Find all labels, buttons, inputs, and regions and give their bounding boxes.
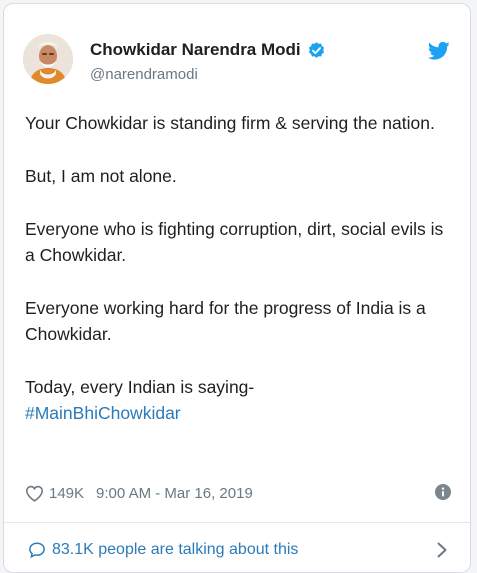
tweet-paragraph: But, I am not alone. bbox=[25, 166, 177, 186]
tweet-timestamp[interactable]: 9:00 AM - Mar 16, 2019 bbox=[96, 485, 253, 502]
conversation-link[interactable]: 83.1K people are talking about this bbox=[28, 539, 448, 561]
like-count[interactable]: 149K bbox=[49, 485, 84, 502]
divider bbox=[4, 522, 470, 523]
verified-badge-icon bbox=[308, 41, 324, 58]
avatar[interactable] bbox=[23, 34, 73, 84]
heart-icon[interactable] bbox=[25, 485, 44, 502]
tweet-paragraph: Everyone who is fighting corruption, dir… bbox=[25, 219, 444, 265]
author-row: Chowkidar Narendra Modi bbox=[90, 40, 326, 60]
tweet-card[interactable]: Chowkidar Narendra Modi @narendramodi Yo… bbox=[3, 3, 471, 573]
hashtag-link[interactable]: #MainBhiChowkidar bbox=[25, 400, 450, 426]
twitter-bird-icon[interactable] bbox=[428, 41, 450, 61]
tweet-paragraph: Your Chowkidar is standing firm & servin… bbox=[25, 113, 435, 133]
info-icon[interactable] bbox=[435, 484, 451, 500]
tweet-paragraph: Today, every Indian is saying- bbox=[25, 377, 255, 397]
speech-bubble-icon bbox=[29, 542, 45, 559]
author-name[interactable]: Chowkidar Narendra Modi bbox=[90, 40, 301, 60]
tweet-paragraph: Everyone working hard for the progress o… bbox=[25, 298, 426, 344]
tweet-meta: 149K 9:00 AM - Mar 16, 2019 bbox=[25, 482, 455, 504]
conversation-text: 83.1K people are talking about this bbox=[52, 541, 299, 558]
author-handle[interactable]: @narendramodi bbox=[90, 66, 198, 83]
tweet-paragraph-last: Today, every Indian is saying- #MainBhiC… bbox=[25, 374, 450, 426]
tweet-body: Your Chowkidar is standing firm & servin… bbox=[25, 110, 450, 426]
profile-photo bbox=[23, 34, 73, 84]
chevron-right-icon bbox=[437, 542, 447, 558]
